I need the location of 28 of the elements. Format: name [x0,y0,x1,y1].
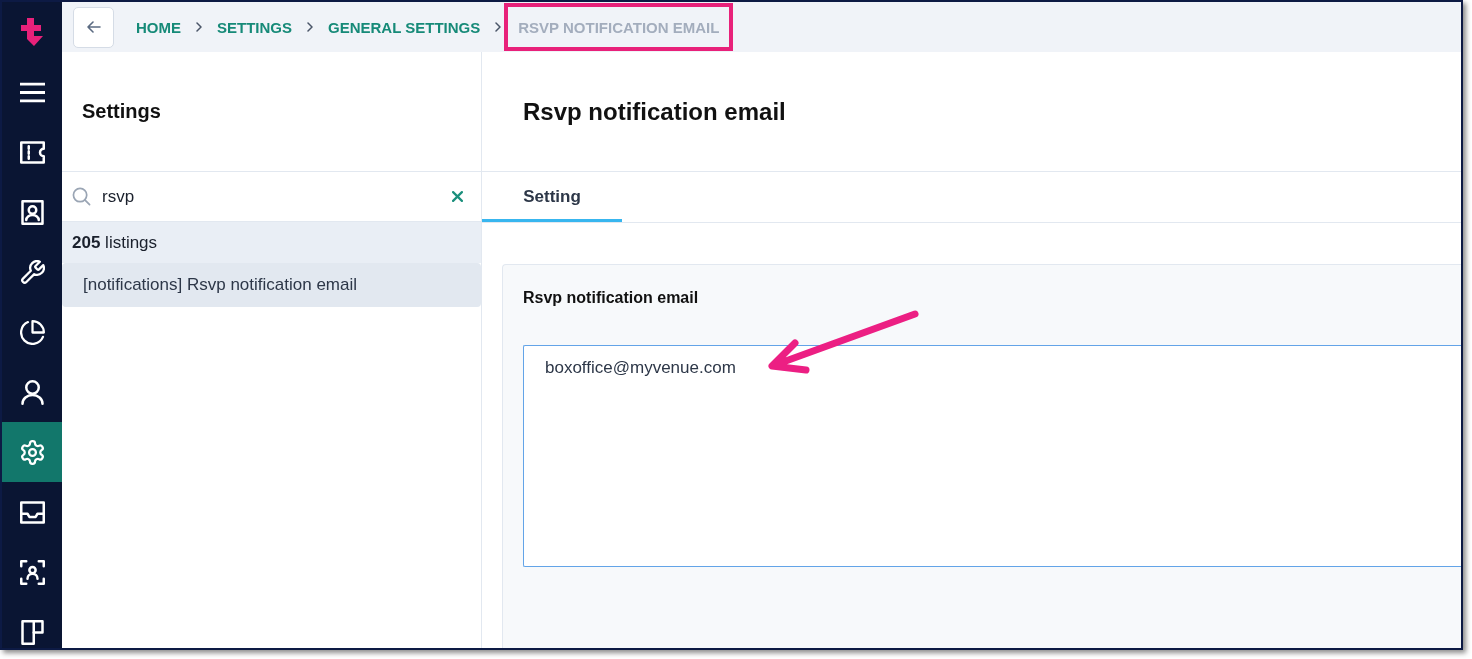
listings-count: 205 listings [72,232,158,253]
tab[interactable]: Setting [482,172,622,222]
logo-icon[interactable] [21,18,43,46]
search-icon [72,187,91,206]
close-icon[interactable] [452,191,463,202]
user-icon [19,379,45,405]
arrow-left-icon [86,21,101,33]
breadcrumb-current: RSVP NOTIFICATION EMAIL [518,18,720,36]
face-scan-icon [19,559,45,585]
field-label: Rsvp notification email [523,289,699,307]
ticket-icon [19,139,45,165]
inbox-tray-icon [19,499,45,525]
page-title: Rsvp notification email [523,97,786,126]
chevron-right-icon [495,22,502,32]
wrench-icon [19,259,45,285]
pie-chart-icon [19,319,45,345]
contact-card-icon [19,199,45,225]
email-textarea[interactable]: boxoffice@myvenue.com [523,345,1461,567]
breadcrumb-link[interactable]: SETTINGS [217,18,292,36]
sidebar-title: Settings [82,100,161,123]
chevron-right-icon [196,22,202,32]
listing-item[interactable]: [notifications] Rsvp notification email [62,263,481,307]
chevron-right-icon [307,22,313,32]
breadcrumb-link[interactable]: GENERAL SETTINGS [328,18,481,36]
breadcrumb-link[interactable]: HOME [136,18,181,36]
settings-icon [19,439,45,465]
nav-item-active[interactable] [2,422,62,482]
layout-icon [19,619,45,645]
